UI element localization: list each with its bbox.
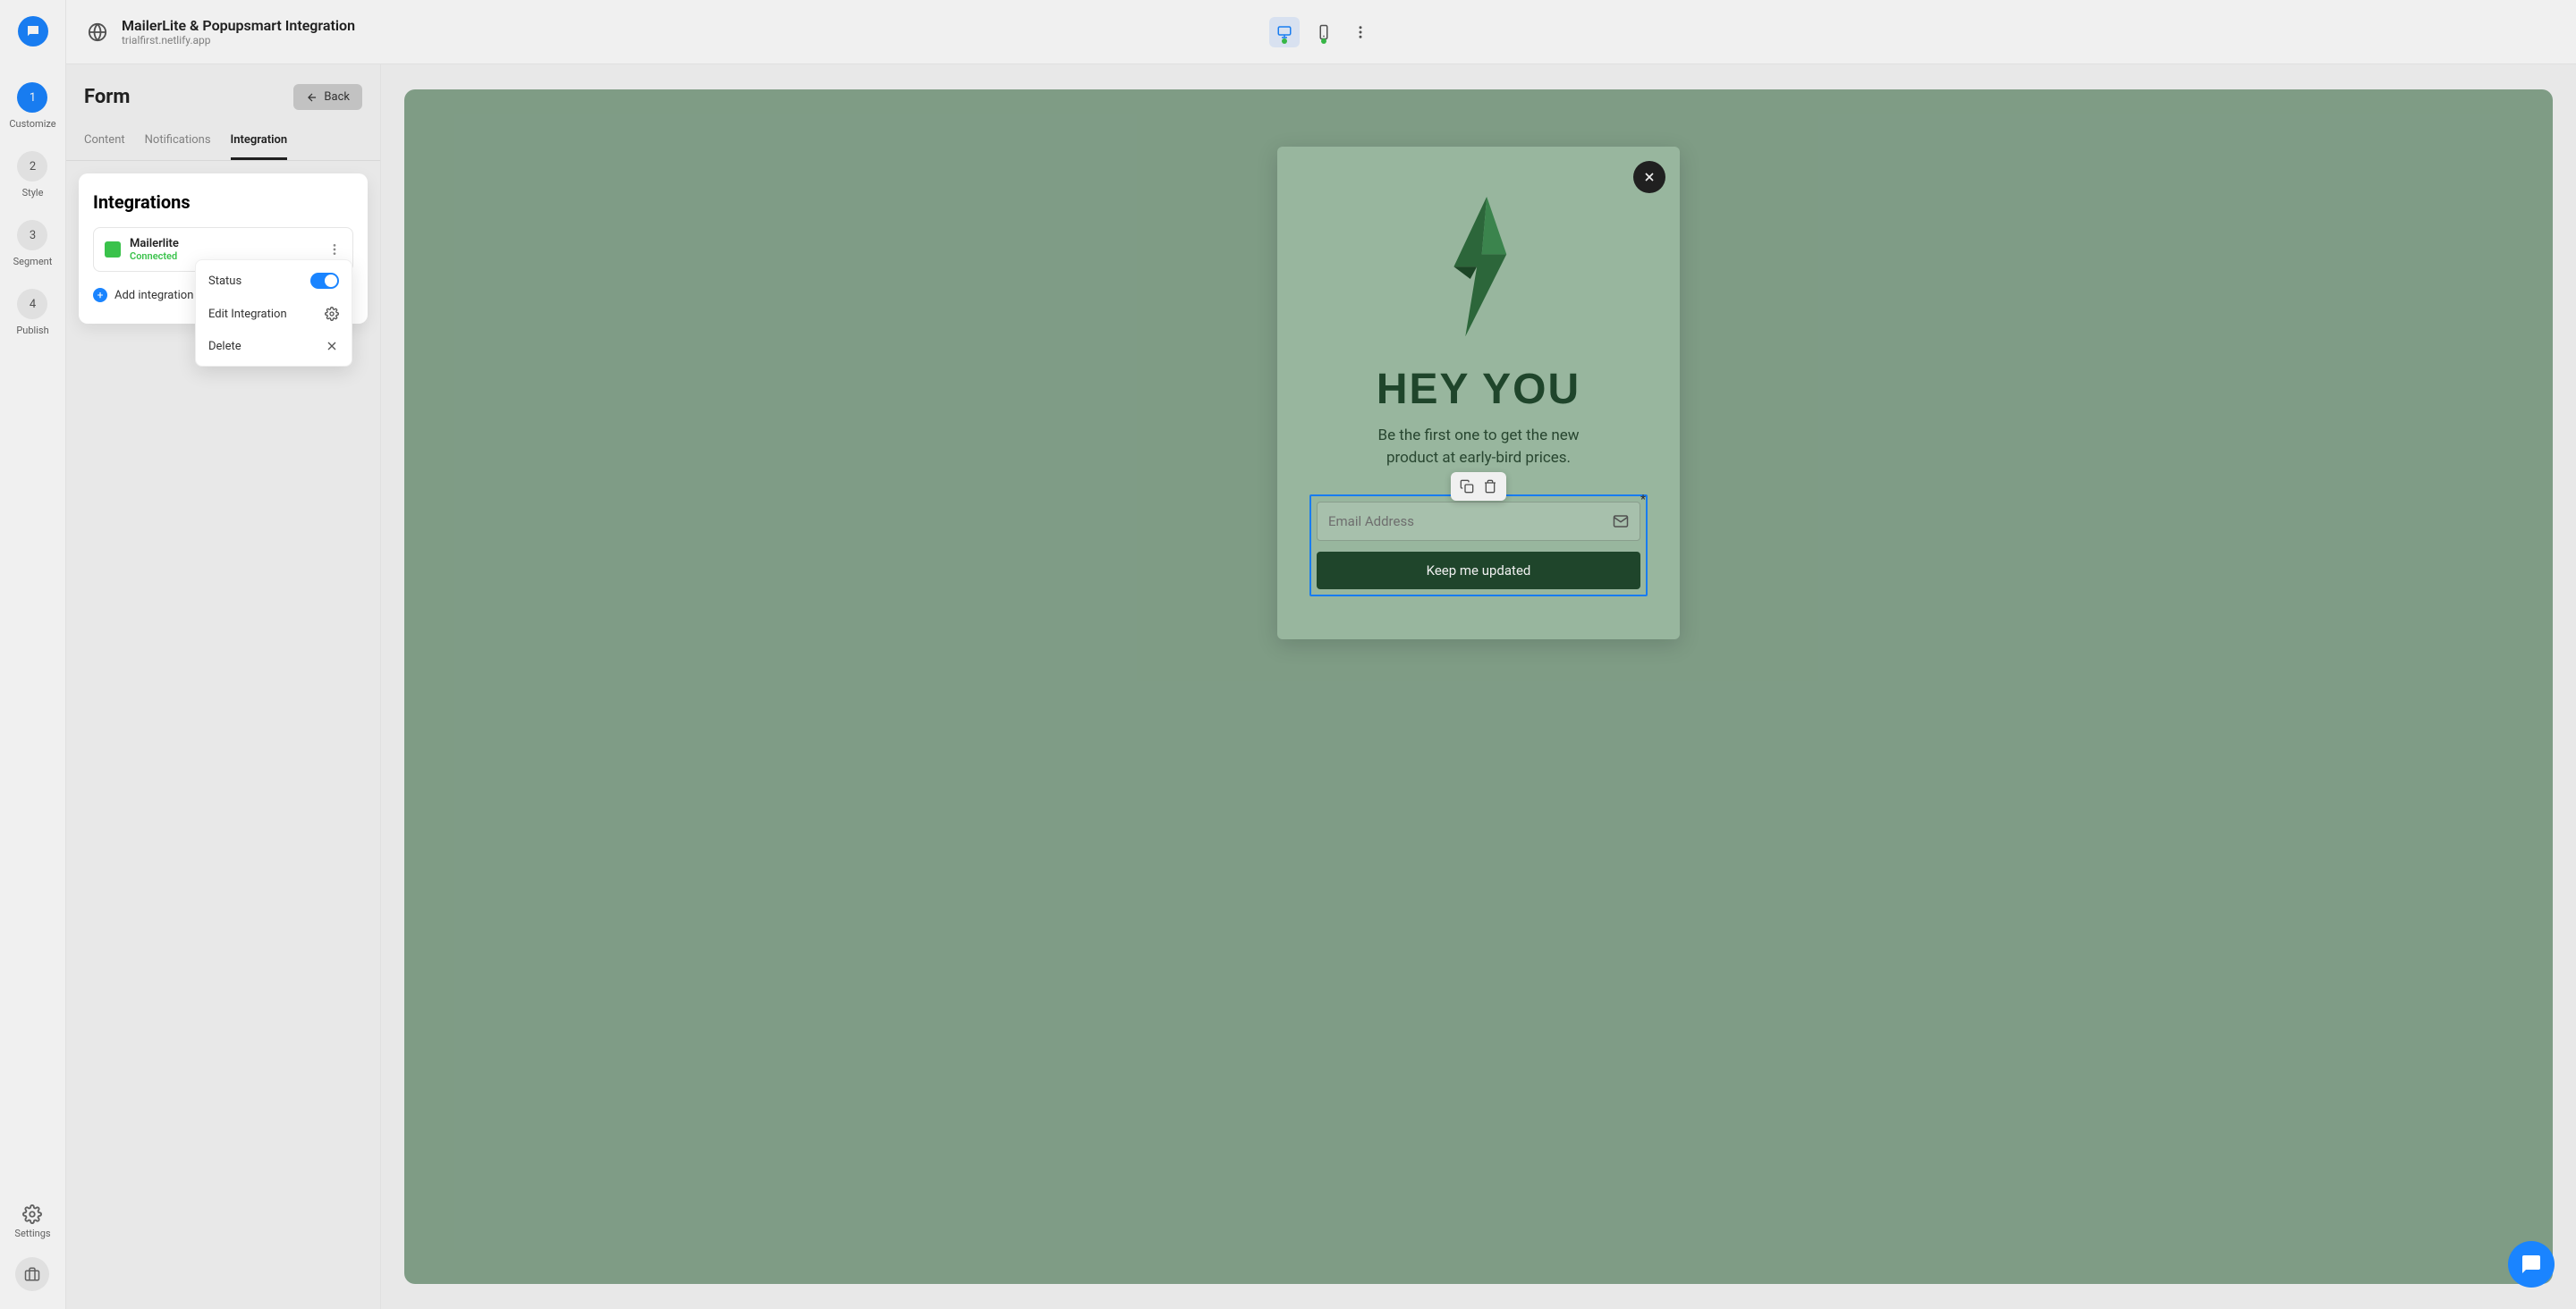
step-customize[interactable]: 1 Customize: [9, 82, 55, 130]
back-label: Back: [324, 90, 350, 104]
email-field-wrapper[interactable]: [1317, 502, 1640, 541]
arrow-left-icon: [306, 91, 318, 104]
copy-icon: [1460, 479, 1474, 494]
status-dot: [1282, 38, 1287, 44]
field-toolbar: [1451, 472, 1506, 501]
status-dot: [1321, 38, 1326, 44]
integration-name: Mailerlite: [130, 237, 179, 250]
preview-canvas: HEY YOU Be the first one to get the new …: [381, 64, 2576, 1309]
bolt-icon: [1437, 197, 1520, 336]
app-logo[interactable]: [18, 16, 48, 46]
email-input[interactable]: [1328, 513, 1613, 529]
step-style[interactable]: 2 Style: [17, 151, 47, 198]
mobile-device-button[interactable]: [1309, 17, 1339, 47]
popup-heading: HEY YOU: [1377, 365, 1580, 414]
settings-label: Settings: [14, 1228, 50, 1239]
plus-icon: +: [93, 288, 107, 302]
delete-field-button[interactable]: [1481, 477, 1499, 495]
tab-content[interactable]: Content: [84, 133, 125, 160]
page-subtitle: trialfirst.netlify.app: [122, 34, 355, 46]
ctx-delete-row[interactable]: Delete: [196, 330, 352, 362]
globe-button[interactable]: [86, 21, 109, 44]
back-button[interactable]: Back: [293, 84, 362, 110]
popup-body-line1: Be the first one to get the new: [1377, 426, 1579, 444]
step-segment[interactable]: 3 Segment: [13, 220, 53, 267]
mailerlite-icon: [105, 241, 121, 258]
step-label: Style: [22, 187, 44, 198]
gear-icon: [22, 1204, 42, 1224]
settings-button[interactable]: Settings: [14, 1204, 50, 1239]
gear-icon: [325, 307, 339, 321]
desktop-device-button[interactable]: [1269, 17, 1300, 47]
globe-icon: [88, 22, 107, 42]
left-rail: 1 Customize 2 Style 3 Segment 4 Publish …: [0, 0, 66, 1309]
side-panel: Form Back Content Notifications Integrat…: [66, 64, 381, 1309]
mail-icon: [1613, 513, 1629, 529]
integrations-card: Integrations Mailerlite Connected +: [79, 173, 368, 324]
required-mark: *: [1640, 493, 1646, 507]
close-icon: [325, 339, 339, 353]
step-number: 3: [17, 220, 47, 250]
ctx-status-label: Status: [208, 274, 242, 288]
add-integration-label: Add integration: [114, 289, 193, 302]
tab-integration[interactable]: Integration: [231, 133, 288, 160]
ctx-edit-row[interactable]: Edit Integration: [196, 298, 352, 330]
step-number: 2: [17, 151, 47, 182]
ctx-delete-label: Delete: [208, 340, 242, 353]
close-icon: [1642, 170, 1657, 184]
integration-context-menu: Status Edit Integration Delete: [195, 259, 352, 367]
popup-body-line2: product at early-bird prices.: [1386, 449, 1571, 467]
popup-body: Be the first one to get the new product …: [1377, 425, 1579, 469]
trash-icon: [1483, 479, 1497, 494]
step-number: 1: [17, 82, 47, 113]
more-vertical-icon: [1352, 24, 1368, 40]
panel-title: Form: [84, 86, 130, 108]
ctx-edit-label: Edit Integration: [208, 308, 287, 321]
submit-button[interactable]: Keep me updated: [1317, 552, 1640, 589]
step-label: Publish: [16, 325, 48, 336]
form-selection[interactable]: *: [1309, 494, 1648, 596]
ctx-status-row[interactable]: Status: [196, 264, 352, 298]
step-label: Customize: [9, 118, 55, 130]
integrations-heading: Integrations: [93, 191, 353, 213]
briefcase-icon: [24, 1266, 40, 1282]
popup-close-button[interactable]: [1633, 161, 1665, 193]
tab-notifications[interactable]: Notifications: [145, 133, 211, 160]
integration-status: Connected: [130, 250, 179, 262]
popup: HEY YOU Be the first one to get the new …: [1277, 147, 1680, 639]
topbar-more-button[interactable]: [1348, 20, 1373, 45]
copy-field-button[interactable]: [1458, 477, 1476, 495]
more-vertical-icon: [327, 242, 342, 257]
help-chat-button[interactable]: [2508, 1241, 2555, 1288]
preview-background: HEY YOU Be the first one to get the new …: [404, 89, 2553, 1284]
step-label: Segment: [13, 256, 53, 267]
integration-more-button[interactable]: [327, 242, 342, 257]
page-title: MailerLite & Popupsmart Integration: [122, 17, 355, 34]
workspace-button[interactable]: [15, 1257, 49, 1291]
status-toggle[interactable]: [310, 273, 339, 289]
chat-icon: [2521, 1254, 2542, 1275]
step-publish[interactable]: 4 Publish: [16, 289, 48, 336]
topbar: MailerLite & Popupsmart Integration tria…: [66, 0, 2576, 64]
step-number: 4: [17, 289, 47, 319]
